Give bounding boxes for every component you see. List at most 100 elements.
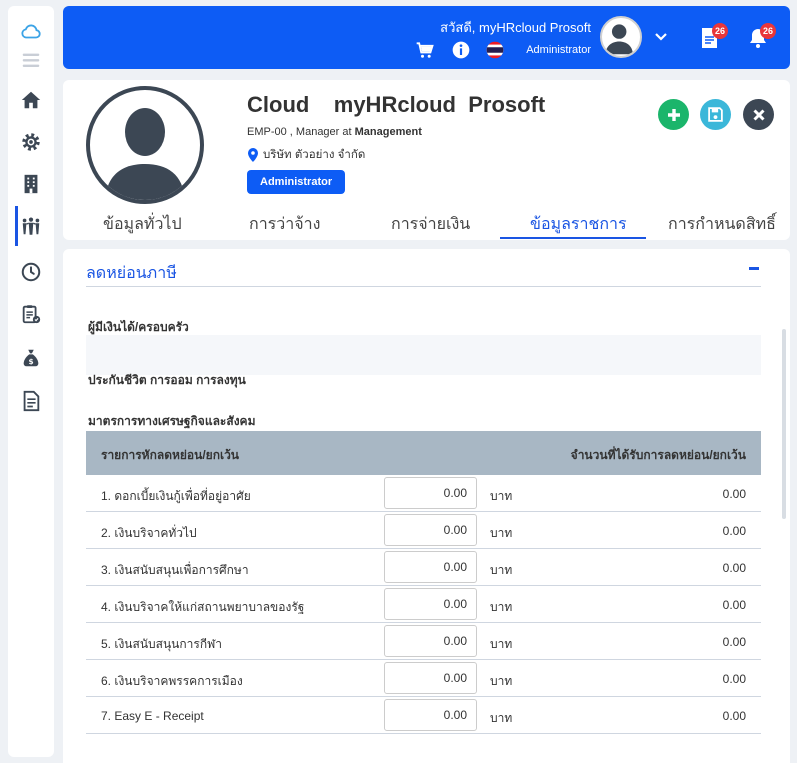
- unit-label: บาท: [490, 637, 513, 651]
- subsection-insurance[interactable]: ประกันชีวิต การออม การลงทุน: [88, 371, 246, 390]
- unit-label: บาท: [490, 674, 513, 688]
- amount-input[interactable]: 0.00: [384, 625, 477, 657]
- table-row: 3. เงินสนับสนุนเพื่อการศึกษา 0.00 บาท 0.00: [86, 549, 761, 586]
- deducted-amount: 0.00: [722, 709, 746, 723]
- unit-label: บาท: [490, 563, 513, 577]
- table-row: 1. ดอกเบี้ยเงินกู้เพื่อที่อยู่อาศัย 0.00 บ…: [86, 475, 761, 512]
- floppy-disk-icon: [708, 107, 723, 122]
- tab-payment[interactable]: การจ่ายเงิน: [391, 212, 470, 237]
- deducted-amount: 0.00: [722, 561, 746, 575]
- tab-permissions[interactable]: การกำหนดสิทธิ์: [668, 212, 776, 237]
- document-badge: 26: [712, 23, 728, 39]
- row-label: 5. เงินสนับสนุนการกีฬา: [101, 637, 223, 651]
- row-label: 2. เงินบริจาคทั่วไป: [101, 526, 197, 540]
- sidebar: $: [8, 6, 54, 757]
- sidebar-item-settings[interactable]: [8, 124, 54, 160]
- sidebar-item-menu[interactable]: [8, 42, 54, 78]
- tab-general[interactable]: ข้อมูลทั่วไป: [103, 212, 182, 237]
- sidebar-item-reports[interactable]: [8, 383, 54, 419]
- plus-icon: [667, 108, 680, 121]
- scrollbar[interactable]: [782, 329, 786, 519]
- table-row: 7. Easy E - Receipt 0.00 บาท 0.00: [86, 697, 761, 734]
- section-title: ลดหย่อนภาษี: [86, 265, 177, 282]
- cloud-icon: [21, 24, 41, 39]
- user-role-text: Administrator: [526, 44, 591, 56]
- employee-position: EMP-00 , Manager at Management: [247, 126, 422, 138]
- company-line: บริษัท ตัวอย่าง จำกัด: [247, 146, 365, 164]
- greeting-text: สวัสดี, myHRcloud Prosoft: [440, 20, 591, 35]
- unit-label: บาท: [490, 711, 513, 725]
- clipboard-check-icon: [22, 305, 41, 324]
- active-tab-indicator: [500, 237, 646, 239]
- clock-icon: [21, 262, 41, 282]
- row-label: 3. เงินสนับสนุนเพื่อการศึกษา: [101, 563, 249, 577]
- unit-label: บาท: [490, 600, 513, 614]
- settings-gear-icon: [22, 133, 40, 151]
- user-silhouette-icon: [105, 108, 185, 200]
- add-button[interactable]: [658, 99, 689, 130]
- position-text: , Manager at: [286, 126, 355, 138]
- home-icon: [21, 91, 41, 109]
- row-label: 1. ดอกเบี้ยเงินกู้เพื่อที่อยู่อาศัย: [101, 489, 251, 503]
- save-button[interactable]: [700, 99, 731, 130]
- row-label: 7. Easy E - Receipt: [101, 709, 204, 723]
- document-icon: [23, 390, 40, 412]
- people-icon: [22, 217, 40, 235]
- profile-avatar: [86, 86, 204, 204]
- subsection-economic: มาตรการทางเศรษฐกิจและสังคม: [88, 414, 256, 428]
- table-header: รายการหักลดหย่อน/ยกเว้น จำนวนที่ได้รับกา…: [86, 431, 761, 475]
- user-silhouette-icon: [605, 24, 633, 55]
- cart-icon[interactable]: [415, 40, 435, 60]
- amount-input[interactable]: 0.00: [384, 662, 477, 694]
- tab-government-info[interactable]: ข้อมูลราชการ: [530, 212, 627, 237]
- table-body: 1. ดอกเบี้ยเงินกู้เพื่อที่อยู่อาศัย 0.00 บ…: [86, 475, 761, 734]
- amount-input[interactable]: 0.00: [384, 514, 477, 546]
- profile-tabs: ข้อมูลทั่วไป การว่าจ้าง การจ่ายเงิน ข้อม…: [63, 208, 790, 240]
- profile-card: Cloud myHRcloud Prosoft EMP-00 , Manager…: [63, 80, 790, 240]
- collapse-icon[interactable]: [749, 267, 759, 270]
- deducted-amount: 0.00: [722, 672, 746, 686]
- unit-label: บาท: [490, 489, 513, 503]
- role-badge: Administrator: [247, 170, 346, 194]
- column-header-item: รายการหักลดหย่อน/ยกเว้น: [101, 448, 240, 462]
- section-header[interactable]: ลดหย่อนภาษี: [86, 259, 761, 287]
- sidebar-item-time[interactable]: [8, 254, 54, 290]
- close-button[interactable]: [743, 99, 774, 130]
- unit-label: บาท: [490, 526, 513, 540]
- amount-input[interactable]: 0.00: [384, 699, 477, 731]
- sidebar-item-payroll[interactable]: $: [8, 340, 54, 376]
- table-row: 5. เงินสนับสนุนการกีฬา 0.00 บาท 0.00: [86, 623, 761, 660]
- tab-employment[interactable]: การว่าจ้าง: [249, 212, 320, 237]
- building-icon: [24, 174, 38, 194]
- bell-badge: 26: [760, 23, 776, 39]
- user-avatar[interactable]: [600, 16, 642, 58]
- info-icon[interactable]: [451, 40, 471, 60]
- deducted-amount: 0.00: [722, 598, 746, 612]
- deducted-amount: 0.00: [722, 635, 746, 649]
- row-label: 4. เงินบริจาคให้แก่สถานพยาบาลของรัฐ: [101, 600, 305, 614]
- column-header-amount: จำนวนที่ได้รับการลดหย่อน/ยกเว้น: [570, 448, 746, 462]
- department-name: Management: [354, 126, 422, 138]
- deducted-amount: 0.00: [722, 487, 746, 501]
- deduction-table: รายการหักลดหย่อน/ยกเว้น จำนวนที่ได้รับกา…: [86, 431, 761, 734]
- table-row: 6. เงินบริจาคพรรคการเมือง 0.00 บาท 0.00: [86, 660, 761, 697]
- svg-text:$: $: [28, 357, 33, 366]
- thai-flag-icon[interactable]: [485, 40, 505, 60]
- table-row: 4. เงินบริจาคให้แก่สถานพยาบาลของรัฐ 0.00 บ…: [86, 586, 761, 623]
- chevron-down-icon[interactable]: [653, 28, 669, 44]
- employee-name: Cloud myHRcloud Prosoft: [247, 92, 546, 117]
- sidebar-item-tasks[interactable]: [8, 296, 54, 332]
- amount-input[interactable]: 0.00: [384, 551, 477, 583]
- sidebar-item-home[interactable]: [8, 82, 54, 118]
- table-row: 2. เงินบริจาคทั่วไป 0.00 บาท 0.00: [86, 512, 761, 549]
- amount-input[interactable]: 0.00: [384, 588, 477, 620]
- deducted-amount: 0.00: [722, 524, 746, 538]
- close-icon: [752, 108, 765, 121]
- company-name: บริษัท ตัวอย่าง จำกัด: [263, 149, 366, 161]
- sidebar-item-employees[interactable]: [8, 206, 54, 246]
- tax-deduction-panel: ลดหย่อนภาษี ผู้มีเงินได้/ครอบครัว ประกัน…: [63, 249, 790, 763]
- top-bar: สวัสดี, myHRcloud Prosoft Administrator …: [63, 6, 790, 69]
- money-bag-icon: $: [23, 349, 39, 367]
- sidebar-item-company[interactable]: [8, 166, 54, 202]
- amount-input[interactable]: 0.00: [384, 477, 477, 509]
